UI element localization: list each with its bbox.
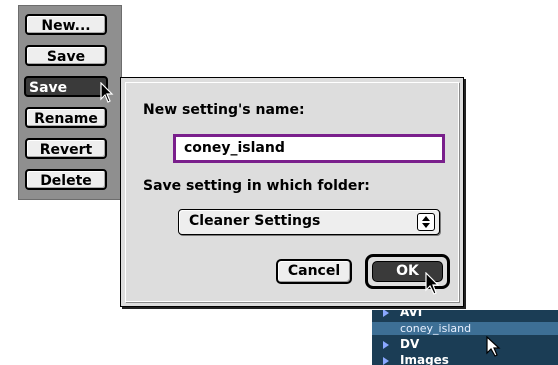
list-item[interactable]: Images: [372, 354, 558, 365]
arrow-cursor-icon: [100, 82, 114, 103]
list-item-label: DV: [400, 337, 420, 351]
disclosure-triangle-icon[interactable]: [382, 356, 390, 365]
setting-name-input[interactable]: coney_island: [173, 134, 445, 163]
save-button[interactable]: Save: [25, 45, 107, 66]
name-label: New setting's name:: [143, 102, 305, 118]
folder-popup-menu[interactable]: Cleaner Settings: [178, 209, 440, 235]
revert-button[interactable]: Revert: [25, 138, 107, 159]
arrow-cursor-icon: [425, 272, 440, 295]
list-item-label: Images: [400, 353, 449, 365]
up-down-arrows-icon: [417, 213, 435, 231]
rename-button[interactable]: Rename: [25, 107, 107, 128]
folder-list: AVI coney_island DV Images: [372, 310, 558, 365]
save-as-button[interactable]: Save As...: [24, 76, 108, 97]
list-item[interactable]: coney_island: [372, 322, 558, 335]
disclosure-triangle-icon[interactable]: [382, 340, 390, 350]
folder-label: Save setting in which folder:: [143, 178, 370, 194]
delete-button[interactable]: Delete: [25, 169, 107, 190]
cancel-button[interactable]: Cancel: [276, 259, 352, 284]
disclosure-triangle-icon[interactable]: [382, 310, 390, 318]
folder-popup-value: Cleaner Settings: [189, 213, 321, 229]
list-item-label: AVI: [400, 310, 423, 319]
list-item-label: coney_island: [400, 322, 472, 335]
list-item[interactable]: AVI: [372, 310, 558, 319]
list-item[interactable]: DV: [372, 338, 558, 351]
save-as-dialog: New setting's name: coney_island Save se…: [120, 77, 464, 307]
arrow-cursor-icon: [486, 336, 501, 357]
new-button[interactable]: New...: [25, 14, 107, 35]
